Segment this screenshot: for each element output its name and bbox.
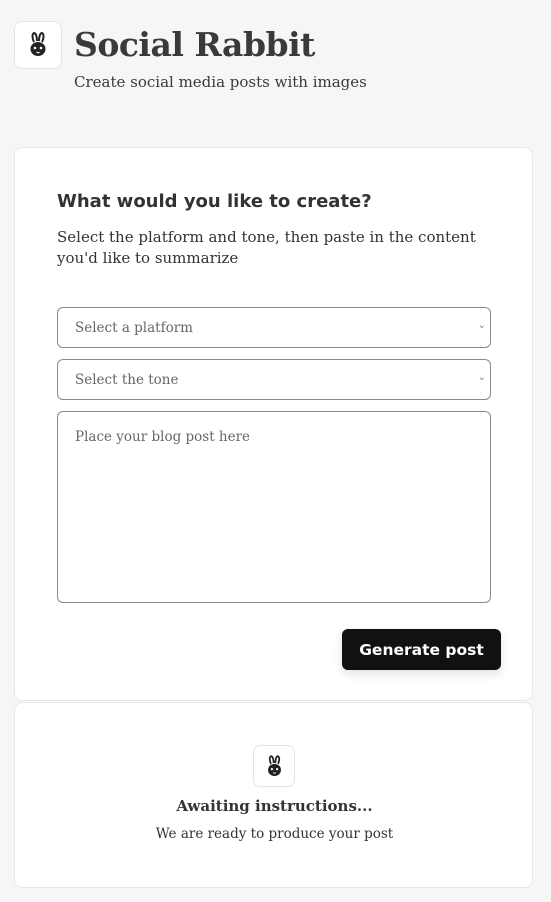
status-card: Awaiting instructions... We are ready to…: [14, 702, 533, 888]
tone-select-value: Select the tone: [75, 371, 179, 388]
rabbit-icon: [267, 754, 281, 776]
app-header: Social Rabbit Create social media posts …: [14, 21, 534, 101]
chevron-down-icon: ⌄: [477, 320, 486, 331]
status-message: We are ready to produce your post: [155, 826, 394, 842]
chevron-down-icon: ⌄: [477, 372, 486, 383]
create-post-card: What would you like to create? Select th…: [14, 147, 533, 701]
status-title: Awaiting instructions...: [176, 797, 373, 815]
tone-select[interactable]: Select the tone ⌄: [57, 359, 491, 400]
form-description: Select the platform and tone, then paste…: [57, 228, 476, 267]
form-heading: What would you like to create?: [57, 191, 372, 212]
generate-post-button[interactable]: Generate post: [342, 629, 501, 670]
blog-post-placeholder: Place your blog post here: [75, 429, 251, 445]
app-logo: [14, 21, 62, 69]
rabbit-icon: [30, 32, 46, 56]
blog-post-textarea[interactable]: Place your blog post here: [57, 411, 491, 603]
platform-select[interactable]: Select a platform ⌄: [57, 307, 491, 348]
platform-select-value: Select a platform: [75, 319, 193, 336]
status-logo: [253, 745, 295, 787]
app-subtitle: Create social media posts with images: [74, 73, 367, 91]
app-title: Social Rabbit: [74, 25, 315, 64]
